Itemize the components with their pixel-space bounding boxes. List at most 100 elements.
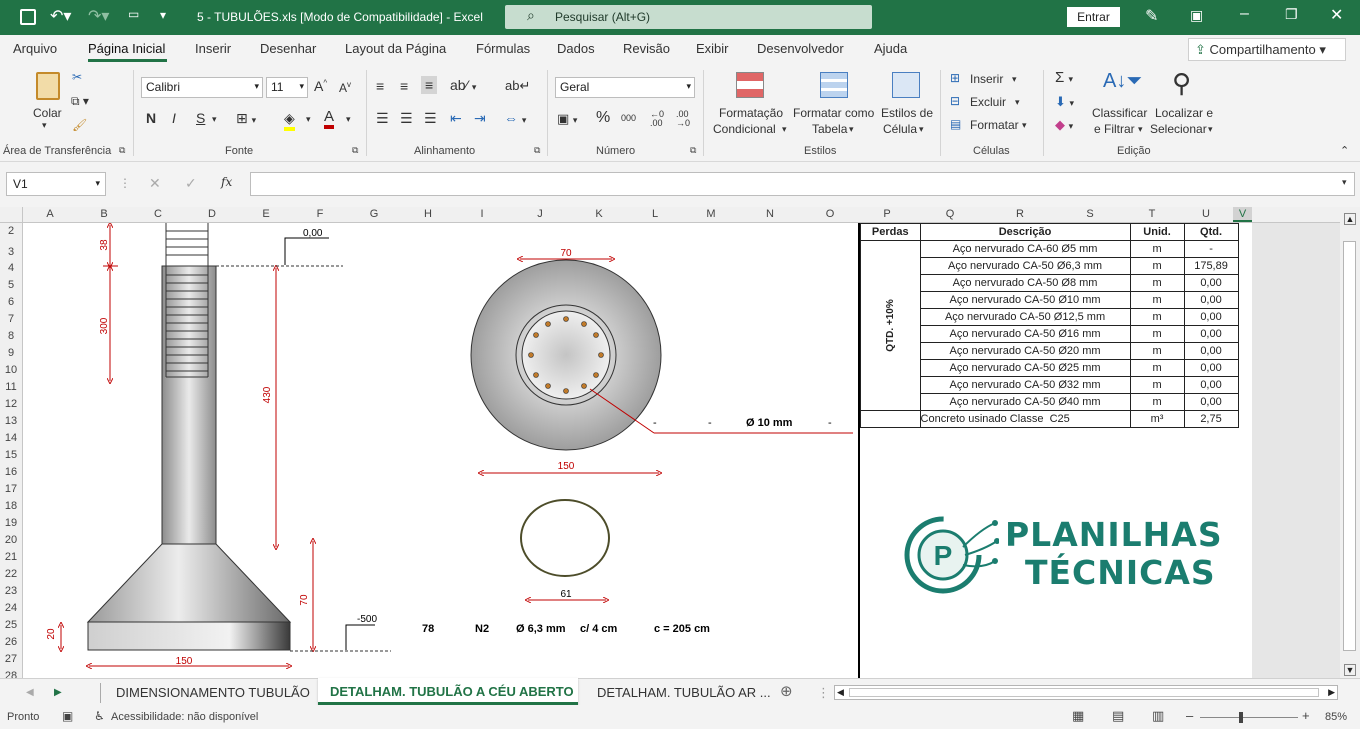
- row-unit[interactable]: m: [1129, 291, 1185, 309]
- insert-cells-icon[interactable]: ⊞: [950, 71, 960, 85]
- alignment-launcher-icon[interactable]: ⧉: [534, 145, 540, 156]
- share-button[interactable]: ⇪ Compartilhamento ▾: [1188, 38, 1346, 61]
- customize-toolbar-icon[interactable]: ▾: [160, 8, 166, 22]
- clipboard-launcher-icon[interactable]: ⧉: [119, 145, 125, 156]
- row-desc[interactable]: Aço nervurado CA-50 Ø6,3 mm: [919, 257, 1131, 275]
- row-unit[interactable]: m: [1129, 274, 1185, 292]
- redo-icon[interactable]: ↷▾: [88, 6, 109, 26]
- page-break-view-icon[interactable]: ▥: [1152, 708, 1164, 724]
- delete-cells-label[interactable]: Excluir: [970, 95, 1006, 109]
- copy-icon[interactable]: ⧉ ▾: [71, 94, 89, 109]
- zoom-out-icon[interactable]: –: [1186, 708, 1193, 723]
- column-header[interactable]: H: [401, 208, 455, 220]
- find-select-label-2[interactable]: Selecionar: [1150, 122, 1207, 136]
- row-header[interactable]: 18: [0, 500, 22, 512]
- scroll-up-icon[interactable]: ▲: [1344, 213, 1356, 225]
- row-qty[interactable]: 0,00: [1183, 359, 1239, 377]
- menu-formulas[interactable]: Fórmulas: [476, 41, 530, 56]
- font-launcher-icon[interactable]: ⧉: [352, 145, 358, 156]
- column-header[interactable]: M: [683, 208, 739, 220]
- ribbon-display-icon[interactable]: ▣: [1190, 7, 1203, 24]
- cancel-icon[interactable]: ✕: [149, 175, 161, 192]
- save-icon[interactable]: [20, 9, 36, 25]
- row-qty[interactable]: 175,89: [1183, 257, 1239, 275]
- cut-icon[interactable]: ✂: [72, 70, 82, 84]
- scroll-down-icon[interactable]: ▼: [1344, 664, 1356, 676]
- losses-cell[interactable]: QTD. +10%: [860, 240, 921, 411]
- thousands-button[interactable]: 000: [621, 113, 636, 123]
- name-box[interactable]: V1 ▾: [6, 172, 106, 196]
- column-header[interactable]: I: [455, 208, 509, 220]
- conditional-format-icon[interactable]: [736, 72, 764, 98]
- zoom-slider-thumb[interactable]: [1239, 712, 1243, 723]
- bold-button[interactable]: N: [146, 110, 156, 126]
- row-qty[interactable]: 0,00: [1183, 393, 1239, 411]
- column-header[interactable]: N: [739, 208, 801, 220]
- row-header[interactable]: 27: [0, 653, 22, 665]
- column-header[interactable]: B: [77, 208, 131, 220]
- column-header[interactable]: F: [293, 208, 347, 220]
- row-unit[interactable]: m³: [1129, 410, 1185, 428]
- find-select-icon[interactable]: ⚲: [1172, 68, 1191, 99]
- row-unit[interactable]: m: [1129, 359, 1185, 377]
- wrap-text-icon[interactable]: ab↵: [505, 78, 530, 94]
- row-desc[interactable]: Aço nervurado CA-50 Ø20 mm: [919, 342, 1131, 360]
- empty-cell[interactable]: [860, 410, 921, 428]
- column-header[interactable]: K: [571, 208, 627, 220]
- underline-dropdown-icon[interactable]: ▾: [212, 114, 217, 125]
- row-header[interactable]: 22: [0, 568, 22, 580]
- page-layout-view-icon[interactable]: ▤: [1112, 708, 1124, 724]
- menu-layout[interactable]: Layout da Página: [345, 41, 446, 56]
- zoom-slider[interactable]: [1200, 712, 1298, 723]
- orientation-icon[interactable]: ab⁄ ▾: [450, 77, 476, 93]
- vertical-scrollbar[interactable]: ▲ ▼: [1340, 207, 1360, 678]
- decrease-indent-icon[interactable]: ⇤: [450, 110, 462, 127]
- sort-filter-icon[interactable]: A↓⏷: [1103, 70, 1142, 93]
- clear-icon[interactable]: ◆ ▾: [1055, 117, 1073, 133]
- row-header[interactable]: 4: [0, 262, 22, 274]
- column-header-selected[interactable]: V: [1233, 207, 1252, 222]
- row-qty[interactable]: 0,00: [1183, 308, 1239, 326]
- menu-arquivo[interactable]: Arquivo: [13, 41, 57, 56]
- row-header[interactable]: 6: [0, 296, 22, 308]
- row-qty[interactable]: -: [1183, 240, 1239, 258]
- column-header[interactable]: Q: [915, 208, 985, 220]
- row-header[interactable]: 19: [0, 517, 22, 529]
- expand-formula-icon[interactable]: ▾: [1342, 177, 1347, 188]
- number-format-select[interactable]: Geral ▾: [555, 77, 695, 98]
- format-table-label[interactable]: Formatar como: [793, 106, 874, 120]
- decrease-decimal-icon[interactable]: .00 →0: [676, 110, 690, 128]
- cell-styles-icon[interactable]: [892, 72, 920, 98]
- row-header[interactable]: 14: [0, 432, 22, 444]
- cell-styles-label-2[interactable]: Célula: [883, 122, 917, 136]
- menu-desenhar[interactable]: Desenhar: [260, 41, 316, 56]
- underline-button[interactable]: S: [196, 110, 205, 126]
- scroll-left-icon[interactable]: ◀: [837, 687, 844, 698]
- conditional-format-label[interactable]: Formatação: [719, 106, 783, 120]
- format-painter-icon[interactable]: 🖌: [72, 118, 87, 132]
- sort-filter-label-2[interactable]: e Filtrar: [1094, 122, 1135, 136]
- select-all-button[interactable]: [0, 207, 23, 223]
- header-unid[interactable]: Unid.: [1129, 223, 1185, 241]
- header-perdas[interactable]: Perdas: [860, 223, 921, 241]
- undo-icon[interactable]: ↶▾: [50, 6, 71, 26]
- column-header[interactable]: J: [509, 208, 571, 220]
- normal-view-icon[interactable]: ▦: [1072, 708, 1084, 724]
- horizontal-scrollbar[interactable]: ◀ ▶: [834, 685, 1338, 700]
- row-header[interactable]: 7: [0, 313, 22, 325]
- row-header[interactable]: 13: [0, 415, 22, 427]
- formula-input[interactable]: [250, 172, 1355, 196]
- column-header[interactable]: D: [185, 208, 239, 220]
- grow-font-icon[interactable]: A^: [314, 78, 327, 94]
- paste-icon[interactable]: [36, 72, 60, 100]
- format-cells-icon[interactable]: ▤: [950, 117, 961, 131]
- align-top-icon[interactable]: ≡: [376, 78, 384, 94]
- close-icon[interactable]: ✕: [1330, 5, 1343, 25]
- row-header[interactable]: 8: [0, 330, 22, 342]
- column-header[interactable]: L: [627, 208, 683, 220]
- paste-label[interactable]: Colar: [33, 106, 62, 120]
- fill-color-icon[interactable]: ◈: [284, 110, 295, 131]
- column-header[interactable]: G: [347, 208, 401, 220]
- row-desc[interactable]: Aço nervurado CA-50 Ø8 mm: [919, 274, 1131, 292]
- row-header[interactable]: 10: [0, 364, 22, 376]
